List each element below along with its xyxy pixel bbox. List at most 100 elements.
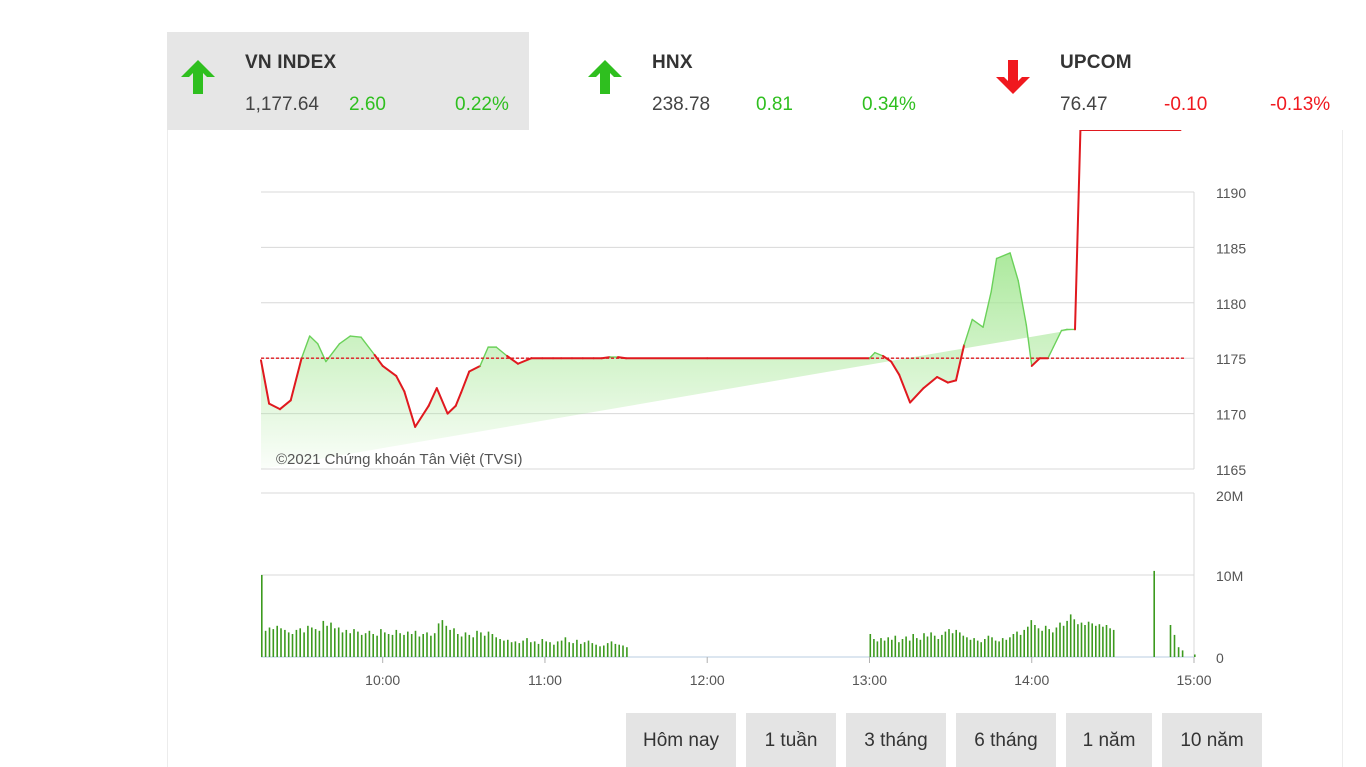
volume-bar — [418, 636, 421, 657]
price-y-tick-label: 1165 — [1216, 462, 1246, 478]
volume-bar — [522, 640, 524, 657]
index-change: 0.81 — [756, 94, 793, 115]
volume-bar — [587, 640, 590, 657]
volume-bar — [1059, 622, 1061, 657]
volume-bar — [368, 630, 371, 657]
volume-bar — [499, 639, 501, 657]
intraday-chart-panel: 1190 1185 1180 1175 1170 1165 ©2021 Chứng khoá… — [167, 130, 1343, 767]
volume-bar — [272, 629, 275, 657]
volume-bar — [264, 630, 267, 657]
volume-bar — [330, 622, 332, 657]
volume-bar — [318, 630, 321, 657]
volume-bar — [314, 629, 317, 657]
volume-bar — [926, 636, 929, 657]
volume-bar — [360, 634, 363, 657]
volume-bar — [1098, 624, 1101, 657]
volume-bar — [1080, 622, 1083, 657]
volume-bar — [376, 635, 378, 657]
arrow-down-icon — [996, 60, 1030, 94]
price-y-tick-label: 1180 — [1216, 296, 1246, 312]
volume-bar — [606, 643, 609, 657]
x-tick-label: 15:00 — [1176, 672, 1211, 688]
period-button-3-months[interactable]: 3 tháng — [846, 713, 946, 767]
period-button-6-months[interactable]: 6 tháng — [956, 713, 1056, 767]
volume-bar — [1066, 620, 1068, 657]
volume-bar — [280, 628, 282, 657]
period-button-1-year[interactable]: 1 năm — [1066, 713, 1152, 767]
volume-bar — [326, 625, 328, 657]
volume-bar — [568, 642, 570, 657]
volume-bar — [580, 643, 582, 657]
price-y-tick-label: 1175 — [1216, 351, 1246, 367]
volume-bar — [1095, 625, 1097, 657]
volume-bar — [414, 630, 417, 657]
volume-y-tick-label: 0 — [1216, 650, 1224, 666]
price-y-tick-label: 1190 — [1216, 185, 1246, 201]
volume-bar — [399, 633, 401, 657]
period-button-1-week[interactable]: 1 tuần — [746, 713, 836, 767]
volume-bar — [962, 635, 965, 657]
volume-bar — [919, 639, 922, 657]
volume-bar — [564, 637, 567, 657]
volume-bar — [437, 623, 440, 657]
volume-bar — [891, 639, 893, 657]
volume-bar — [930, 632, 932, 657]
volume-bar — [1181, 650, 1184, 657]
volume-bar — [923, 633, 925, 657]
volume-bar — [887, 637, 889, 657]
volume-bar — [603, 645, 605, 657]
volume-bar — [998, 641, 1000, 657]
volume-bar — [937, 639, 940, 657]
volume-bar — [1055, 627, 1058, 657]
volume-bar — [303, 632, 305, 657]
index-percent: -0.13% — [1270, 94, 1331, 115]
volume-bar — [873, 639, 875, 657]
volume-bar — [1105, 625, 1108, 657]
volume-bar — [311, 627, 313, 657]
volume-bar — [422, 634, 424, 657]
volume-bar — [487, 631, 490, 657]
volume-bar — [591, 643, 594, 657]
volume-y-tick-label: 20M — [1216, 488, 1243, 504]
volume-bar — [357, 631, 359, 657]
volume-bar — [1102, 626, 1104, 657]
volume-bar — [869, 634, 872, 657]
volume-bar — [618, 644, 620, 657]
volume-bar — [984, 639, 986, 657]
volume-bar — [1087, 621, 1090, 657]
index-name: VN INDEX — [245, 52, 337, 73]
volume-bar — [622, 645, 624, 657]
index-value: 76.47 — [1060, 94, 1108, 115]
period-button-10-years[interactable]: 10 năm — [1162, 713, 1262, 767]
volume-bar — [353, 629, 355, 657]
volume-bar — [898, 642, 900, 657]
price-area — [261, 252, 1075, 469]
volume-bar — [268, 627, 271, 657]
volume-bar — [556, 641, 559, 657]
volume-bar — [483, 635, 486, 657]
volume-bar — [1016, 631, 1018, 657]
volume-bar — [933, 635, 936, 657]
index-card-upcom[interactable]: UPCOM 76.47 -0.10 -0.13% — [982, 32, 1344, 130]
volume-bar — [476, 630, 478, 657]
volume-bar — [526, 638, 528, 657]
volume-bar — [1169, 625, 1172, 657]
volume-bar — [959, 632, 961, 657]
volume-bar — [1112, 629, 1115, 657]
volume-bar — [948, 629, 950, 657]
volume-bar — [994, 640, 997, 657]
period-button-today[interactable]: Hôm nay — [626, 713, 736, 767]
volume-bar — [1005, 639, 1008, 657]
volume-bar — [1044, 625, 1047, 657]
index-percent: 0.34% — [862, 94, 916, 115]
volume-bar — [560, 640, 563, 657]
volume-bar — [908, 640, 911, 657]
index-summary-bar: VN INDEX 1,177.64 2.60 0.22% HNX 238.78 … — [167, 32, 1343, 130]
volume-bar — [291, 634, 294, 657]
index-card-vn-index[interactable]: VN INDEX 1,177.64 2.60 0.22% — [167, 32, 529, 130]
index-card-hnx[interactable]: HNX 238.78 0.81 0.34% — [574, 32, 936, 130]
price-line-segment — [1074, 130, 1082, 331]
volume-bar — [976, 640, 979, 657]
volume-bar — [894, 635, 897, 657]
volume-bar — [441, 620, 444, 657]
